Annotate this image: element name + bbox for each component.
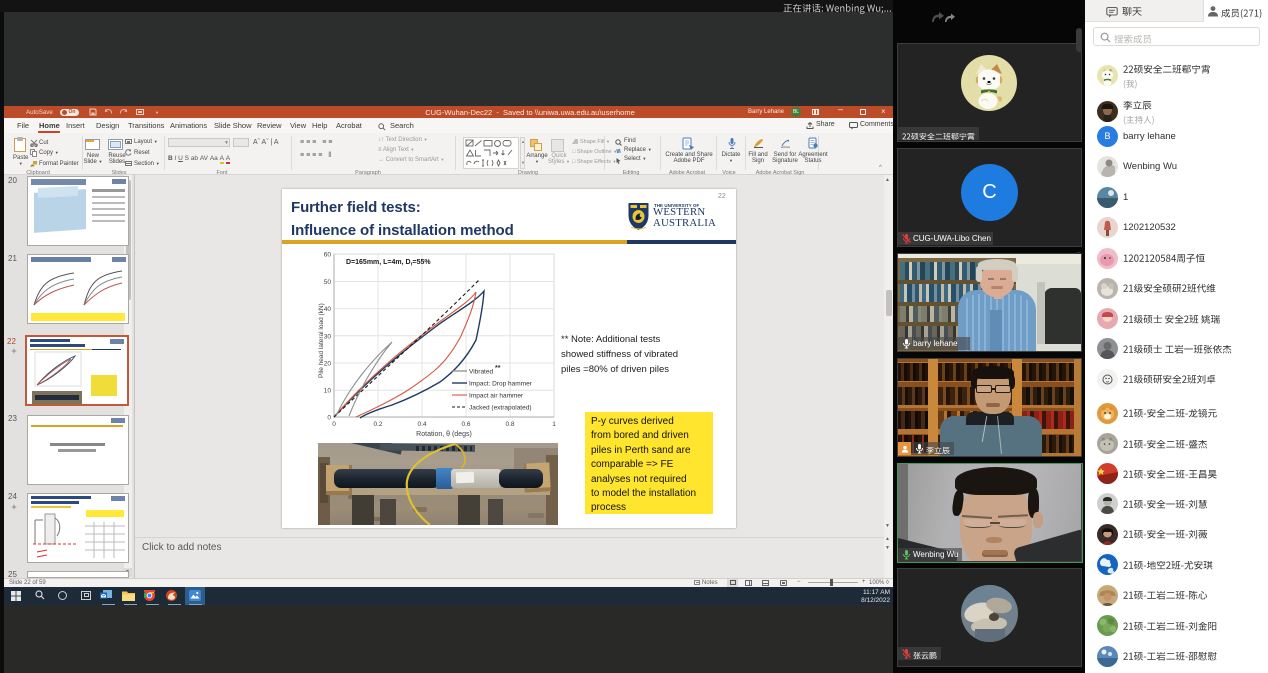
svg-text:1: 1 (552, 421, 556, 428)
svg-text:0.2: 0.2 (373, 421, 382, 428)
svg-text:0.6: 0.6 (461, 421, 470, 428)
svg-text:0: 0 (332, 421, 336, 428)
svg-text:0.8: 0.8 (505, 421, 514, 428)
svg-text:60: 60 (324, 252, 332, 259)
svg-text:Impact: Drop hammer: Impact: Drop hammer (469, 381, 533, 388)
svg-text:10: 10 (324, 388, 332, 395)
svg-text:0: 0 (327, 415, 331, 422)
svg-text:Jacked (extrapolated): Jacked (extrapolated) (469, 405, 532, 412)
svg-text:**: ** (495, 365, 501, 372)
svg-text:Pile head lateral load (kN): Pile head lateral load (kN) (318, 303, 325, 378)
svg-text:Impact air hammer: Impact air hammer (469, 393, 524, 400)
svg-text:50: 50 (324, 279, 332, 286)
svg-text:0.4: 0.4 (417, 421, 426, 428)
svg-text:Vibrated: Vibrated (469, 369, 493, 376)
svg-text:Rotation, θ (degs): Rotation, θ (degs) (416, 431, 472, 438)
